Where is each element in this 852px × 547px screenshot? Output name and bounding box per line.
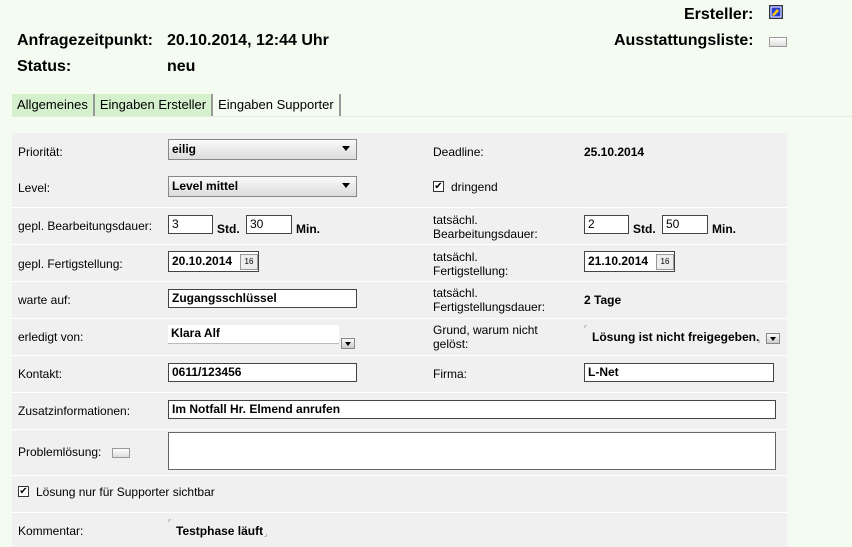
reason-value[interactable]: Lösung ist nicht freigegeben. <box>592 330 759 344</box>
chevron-down-icon <box>342 183 350 188</box>
actual-minutes-unit: Min. <box>712 222 736 236</box>
corner-mark-icon: ⌟ <box>757 337 761 344</box>
request-time-value: 20.10.2014, 12:44 Uhr <box>167 32 329 49</box>
creator-edit-icon[interactable] <box>769 5 783 19</box>
solution-label: Problemlösung: <box>18 445 102 459</box>
tab-supporter-inputs[interactable]: Eingaben Supporter <box>213 94 341 116</box>
priority-value: eilig <box>172 142 197 156</box>
company-label: Firma: <box>433 367 467 381</box>
corner-mark-icon: ⌜ <box>168 520 172 527</box>
row-divider <box>12 281 787 282</box>
tab-creator-inputs[interactable]: Eingaben Ersteller <box>94 94 214 116</box>
tab-divider <box>12 116 852 117</box>
calendar-icon[interactable]: 16 <box>240 254 258 270</box>
additional-info-label: Zusatzinformationen: <box>18 404 131 418</box>
level-value: Level mittel <box>172 179 239 193</box>
planned-duration-label: gepl. Bearbeitungsdauer: <box>18 219 153 233</box>
tab-general[interactable]: Allgemeines <box>12 94 95 116</box>
status-value: neu <box>167 58 196 75</box>
actual-hours-input[interactable]: 2 <box>584 215 629 234</box>
planned-minutes-unit: Min. <box>296 222 320 236</box>
additional-info-input[interactable]: Im Notfall Hr. Elmend anrufen <box>168 400 776 419</box>
waiting-for-label: warte auf: <box>18 293 71 307</box>
row-divider <box>12 512 787 513</box>
waiting-for-input[interactable]: Zugangsschlüssel <box>168 289 357 308</box>
deadline-value: 25.10.2014 <box>584 145 645 159</box>
planned-hours-unit: Std. <box>217 222 240 236</box>
row-divider <box>12 475 787 476</box>
actual-minutes-input[interactable]: 50 <box>662 215 708 234</box>
done-by-input[interactable]: Klara Alf <box>168 325 339 344</box>
actual-duration-label-line2: Bearbeitungsdauer: <box>433 227 538 241</box>
planned-completion-value: 20.10.2014 <box>172 254 233 268</box>
actual-completion-duration-label-line1: tatsächl. <box>433 286 478 300</box>
actual-hours-unit: Std. <box>633 222 656 236</box>
done-by-label: erledigt von: <box>18 330 84 344</box>
row-divider <box>12 318 787 319</box>
creator-label: Ersteller: <box>684 6 754 23</box>
chevron-down-icon <box>342 146 350 151</box>
planned-hours-input[interactable]: 3 <box>168 215 213 234</box>
actual-completion-duration-value: 2 Tage <box>584 293 622 307</box>
urgent-checkbox[interactable]: ✔ <box>433 181 444 192</box>
equipment-label: Ausstattungsliste: <box>614 32 754 49</box>
actual-completion-label-line1: tatsächl. <box>433 250 478 264</box>
corner-mark-icon: ⌟ <box>264 531 268 538</box>
done-by-value: Klara Alf <box>171 326 220 340</box>
planned-completion-label: gepl. Fertigstellung: <box>18 257 123 271</box>
request-time-label: Anfragezeitpunkt: <box>17 32 153 49</box>
actual-duration-label-line1: tatsächl. <box>433 213 478 227</box>
comment-label: Kommentar: <box>18 524 84 538</box>
status-label: Status: <box>17 58 72 75</box>
chevron-down-icon <box>770 337 776 341</box>
deadline-label: Deadline: <box>433 145 484 159</box>
urgent-label: dringend <box>451 180 498 194</box>
row-divider <box>12 429 787 430</box>
solution-visible-checkbox[interactable]: ✔ <box>18 486 29 497</box>
solution-visible-label: Lösung nur für Supporter sichtbar <box>36 485 215 499</box>
reason-label-line1: Grund, warum nicht <box>433 323 538 337</box>
solution-button[interactable] <box>112 448 130 458</box>
contact-label: Kontakt: <box>18 367 63 381</box>
corner-mark-icon: ⌜ <box>584 326 588 333</box>
level-label: Level: <box>18 181 51 195</box>
solution-textarea[interactable] <box>168 432 776 470</box>
comment-value[interactable]: Testphase läuft <box>176 524 263 538</box>
done-by-dropdown-button[interactable] <box>341 338 355 349</box>
reason-dropdown-button[interactable] <box>766 333 780 344</box>
actual-completion-label-line2: Fertigstellung: <box>433 264 509 278</box>
priority-select[interactable]: eilig <box>168 139 357 160</box>
actual-completion-duration-label-line2: Fertigstellungsdauer: <box>433 300 546 314</box>
tab-bar: Allgemeines Eingaben Ersteller Eingaben … <box>12 94 341 116</box>
reason-label-line2: gelöst: <box>433 337 469 351</box>
company-input[interactable]: L-Net <box>584 363 774 382</box>
calendar-icon[interactable]: 16 <box>656 254 674 270</box>
row-divider <box>12 392 787 393</box>
row-divider <box>12 207 787 208</box>
chevron-down-icon <box>345 342 351 346</box>
priority-label: Priorität: <box>18 145 63 159</box>
contact-input[interactable]: 0611/123456 <box>168 363 357 382</box>
actual-completion-value: 21.10.2014 <box>588 254 649 268</box>
row-divider <box>12 355 787 356</box>
level-select[interactable]: Level mittel <box>168 176 357 197</box>
equipment-button[interactable] <box>769 37 787 47</box>
row-divider <box>12 244 787 245</box>
planned-minutes-input[interactable]: 30 <box>246 215 292 234</box>
